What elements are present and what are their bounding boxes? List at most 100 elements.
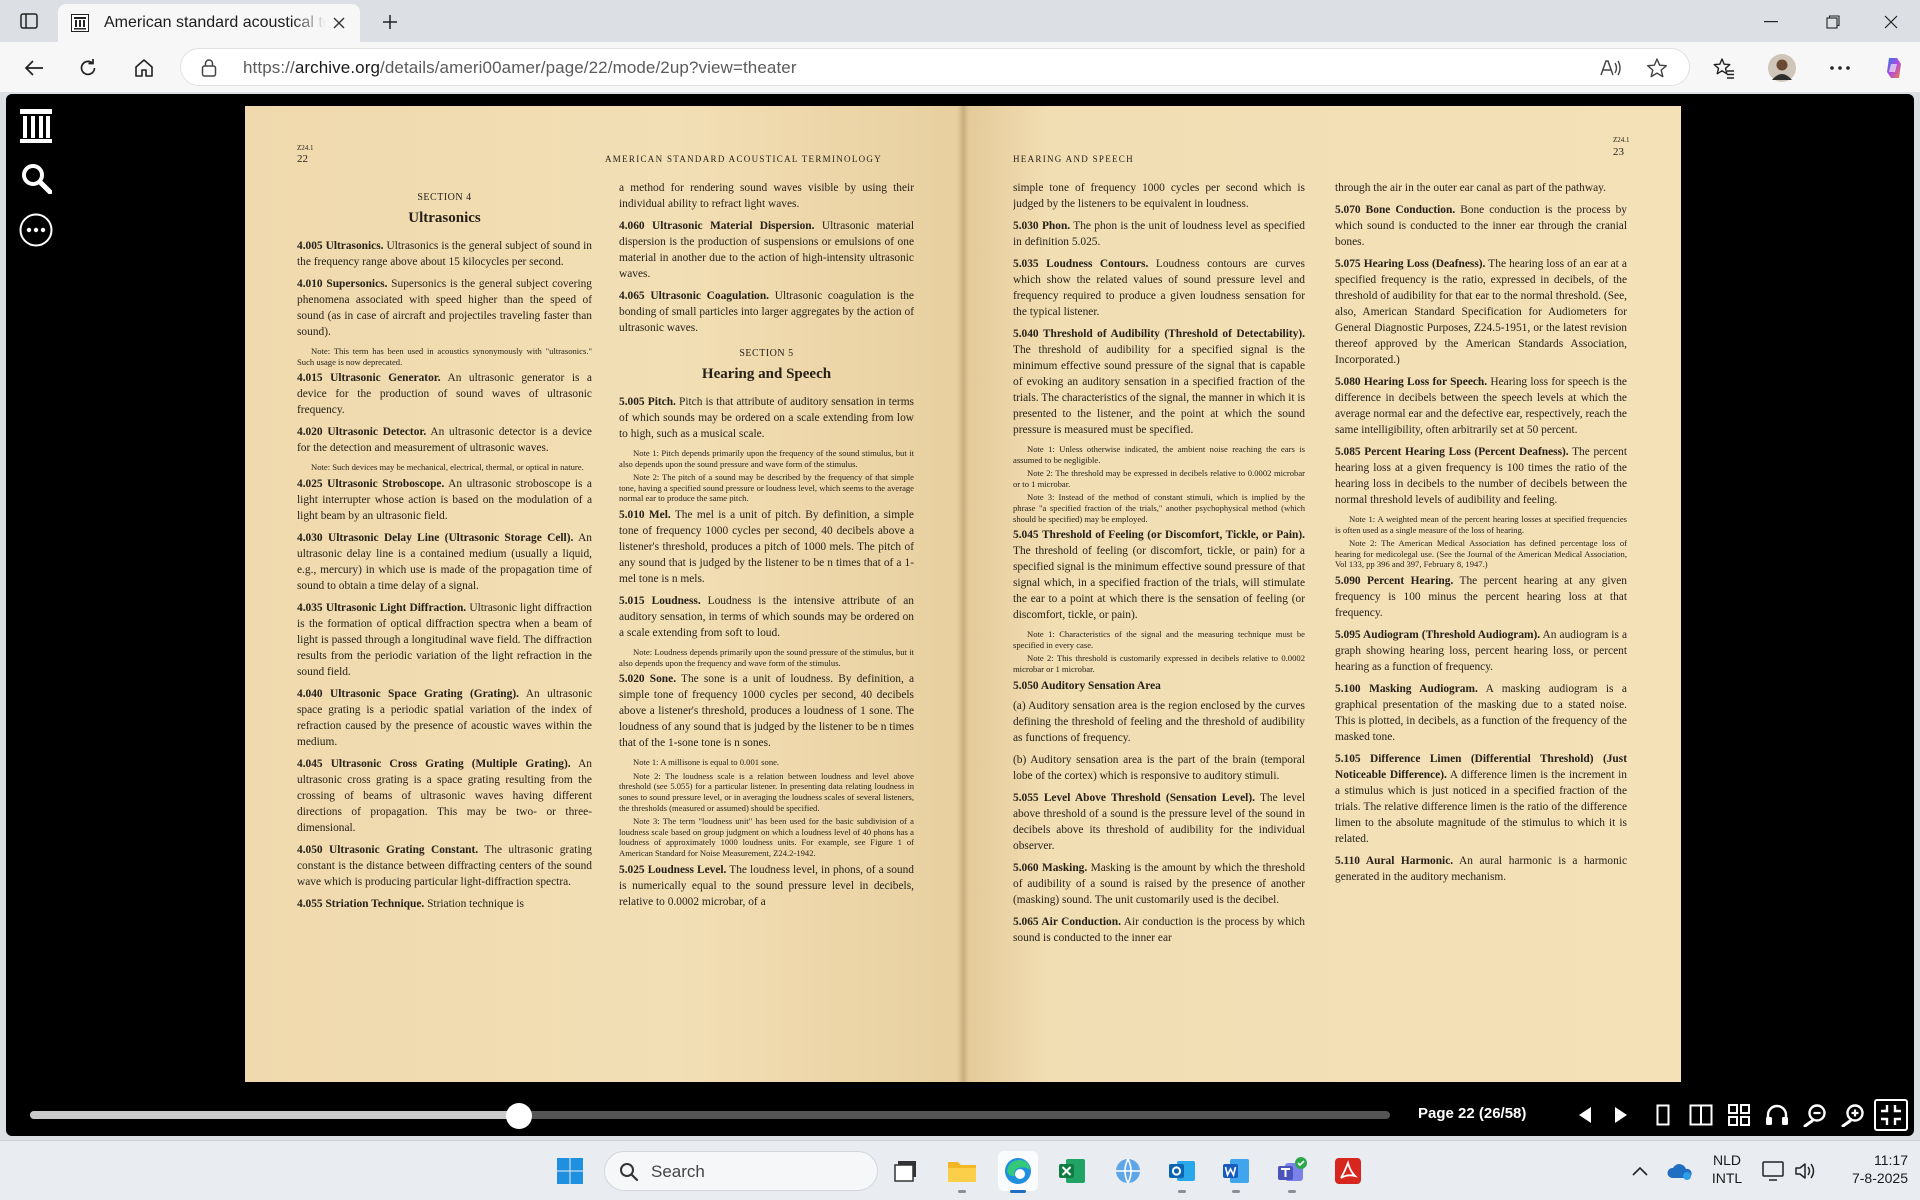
refresh-icon[interactable] — [72, 52, 104, 84]
entry-term: 4.010 Supersonics. — [297, 278, 388, 290]
definition-entry: 5.075 Hearing Loss (Deafness). The heari… — [1335, 256, 1627, 368]
thumbnails-icon[interactable] — [1724, 1101, 1754, 1129]
entry-heading: 5.050 Auditory Sensation Area — [1013, 679, 1161, 692]
chevron-up-icon[interactable] — [1620, 1151, 1660, 1191]
entry-note: Note 2: The loudness scale is a relation… — [619, 770, 914, 813]
taskbar-search[interactable]: Search — [604, 1151, 878, 1191]
page-number: 23 — [1613, 146, 1624, 158]
star-icon[interactable] — [1645, 56, 1669, 80]
home-icon[interactable] — [128, 52, 160, 84]
entry-text: a method for rendering sound waves visib… — [619, 182, 914, 210]
volume-icon[interactable] — [1786, 1151, 1826, 1191]
input-language[interactable]: NLD INTL — [1710, 1151, 1744, 1187]
teams-icon[interactable] — [1272, 1151, 1312, 1193]
maximize-icon[interactable] — [1810, 8, 1856, 36]
tab-actions-icon[interactable] — [14, 8, 44, 34]
read-aloud-icon[interactable] — [1599, 56, 1623, 80]
entry-note: Note 3: Instead of the method of constan… — [1013, 492, 1305, 524]
entry-note: Note 1: Characteristics of the signal an… — [1013, 629, 1305, 650]
prev-page-icon[interactable] — [1570, 1101, 1600, 1129]
entry-term: 5.030 Phon. — [1013, 220, 1071, 232]
definition-entry: 5.095 Audiogram (Threshold Audiogram). A… — [1335, 627, 1627, 675]
entry-term: 4.050 Ultrasonic Grating Constant. — [297, 843, 479, 856]
entry-note: Note 2: The pitch of a sound may be desc… — [619, 472, 914, 504]
definition-entry: 5.085 Percent Hearing Loss (Percent Deaf… — [1335, 444, 1627, 508]
one-page-icon[interactable] — [1648, 1101, 1678, 1129]
page-number: 22 — [297, 153, 308, 165]
entry-term: 5.110 Aural Harmonic. — [1335, 854, 1454, 867]
exit-fullscreen-icon[interactable] — [1874, 1099, 1908, 1131]
definition-entry: 5.040 Threshold of Audibility (Threshold… — [1013, 326, 1305, 438]
entry-term: 4.005 Ultrasonics. — [297, 240, 384, 252]
file-explorer-icon[interactable] — [942, 1151, 982, 1193]
right-page[interactable]: HEARING AND SPEECH Z24.1 23 simple tone … — [963, 106, 1681, 1082]
definition-entry: 4.005 Ultrasonics. Ultrasonics is the ge… — [297, 238, 592, 270]
definition-entry: 5.080 Hearing Loss for Speech. Hearing l… — [1335, 374, 1627, 438]
entry-text: Striation technique is — [424, 897, 524, 910]
page-slider[interactable] — [30, 1111, 1390, 1119]
running-head: AMERICAN STANDARD ACOUSTICAL TERMINOLOGY — [605, 154, 883, 164]
entry-note: Note 1: A weighted mean of the percent h… — [1335, 514, 1627, 535]
more-circle-icon[interactable] — [16, 210, 56, 250]
entry-term: 5.040 Threshold of Audibility (Threshold… — [1013, 328, 1305, 340]
book-spread: Z24.1 22 AMERICAN STANDARD ACOUSTICAL TE… — [245, 106, 1681, 1082]
definition-entry: 5.010 Mel. The mel is a unit of pitch. B… — [619, 507, 914, 587]
url-text[interactable]: https://archive.org/details/ameri00amer/… — [243, 58, 797, 78]
onedrive-icon[interactable] — [1660, 1151, 1700, 1191]
window-close-icon[interactable] — [1868, 8, 1914, 36]
more-icon[interactable] — [1824, 52, 1856, 84]
copilot-icon[interactable] — [1878, 52, 1910, 84]
listen-icon[interactable] — [1762, 1101, 1792, 1129]
lock-icon[interactable] — [201, 58, 219, 78]
running-indicator — [1288, 1190, 1296, 1193]
running-head: HEARING AND SPEECH — [1013, 154, 1134, 164]
two-page-icon[interactable] — [1686, 1101, 1716, 1129]
search-icon[interactable] — [16, 158, 56, 198]
url-path: /details/ameri00amer/page/22/mode/2up?vi… — [380, 58, 797, 77]
definition-entry: 5.025 Loudness Level. The loudness level… — [619, 862, 914, 910]
zoom-out-icon[interactable] — [1800, 1101, 1830, 1129]
entry-term: 5.075 Hearing Loss (Deafness). — [1335, 258, 1486, 270]
minimize-icon[interactable] — [1748, 8, 1794, 36]
excel-icon[interactable] — [1052, 1151, 1092, 1191]
search-icon — [620, 1163, 639, 1182]
page-slider-handle[interactable] — [506, 1103, 533, 1129]
close-icon[interactable] — [330, 14, 348, 32]
network-icon[interactable] — [1108, 1151, 1148, 1191]
favorites-icon[interactable] — [1708, 52, 1740, 84]
definition-entry: simple tone of frequency 1000 cycles per… — [1013, 180, 1305, 212]
zoom-in-icon[interactable] — [1838, 1101, 1868, 1129]
active-tab[interactable]: American standard acoustical term — [58, 4, 360, 42]
plus-icon[interactable] — [376, 8, 404, 36]
definition-entry: 4.015 Ultrasonic Generator. An ultrasoni… — [297, 370, 592, 418]
windows-start-icon[interactable] — [550, 1151, 590, 1191]
definition-entry: 4.020 Ultrasonic Detector. An ultrasonic… — [297, 424, 592, 456]
section-title: Ultrasonics — [408, 210, 481, 226]
entry-term: 4.045 Ultrasonic Cross Grating (Multiple… — [297, 757, 571, 770]
word-icon[interactable] — [1216, 1151, 1256, 1193]
back-icon[interactable] — [18, 52, 50, 84]
edge-icon[interactable] — [998, 1151, 1038, 1193]
clock[interactable]: 11:17 7-8-2025 — [1824, 1151, 1908, 1187]
entry-term: 4.035 Ultrasonic Light Diffraction. — [297, 601, 467, 614]
keyboard-layout: INTL — [1711, 1170, 1743, 1186]
task-view-icon[interactable] — [886, 1151, 926, 1191]
entry-term: 5.095 Audiogram (Threshold Audiogram). — [1335, 628, 1541, 641]
profile-avatar[interactable] — [1766, 52, 1798, 84]
acrobat-icon[interactable] — [1328, 1151, 1368, 1191]
definition-entry: (a) Auditory sensation area is the regio… — [1013, 698, 1305, 746]
page-code: Z24.1 — [297, 144, 314, 152]
book-viewer: Z24.1 22 AMERICAN STANDARD ACOUSTICAL TE… — [6, 94, 1914, 1136]
definition-entry: 5.060 Masking. Masking is the amount by … — [1013, 860, 1305, 908]
tab-title: American standard acoustical term — [104, 14, 326, 31]
archive-logo-icon[interactable] — [16, 106, 56, 146]
definition-entry: 4.040 Ultrasonic Space Grating (Grating)… — [297, 686, 592, 750]
entry-text: simple tone of frequency 1000 cycles per… — [1013, 182, 1305, 210]
entry-term: 5.035 Loudness Contours. — [1013, 258, 1149, 270]
next-page-icon[interactable] — [1606, 1101, 1636, 1129]
entry-term: 5.065 Air Conduction. — [1013, 915, 1121, 928]
left-page[interactable]: Z24.1 22 AMERICAN STANDARD ACOUSTICAL TE… — [245, 106, 963, 1082]
address-bar[interactable]: https://archive.org/details/ameri00amer/… — [180, 48, 1690, 86]
outlook-icon[interactable] — [1162, 1151, 1202, 1193]
definition-entry: 5.090 Percent Hearing. The percent heari… — [1335, 573, 1627, 621]
